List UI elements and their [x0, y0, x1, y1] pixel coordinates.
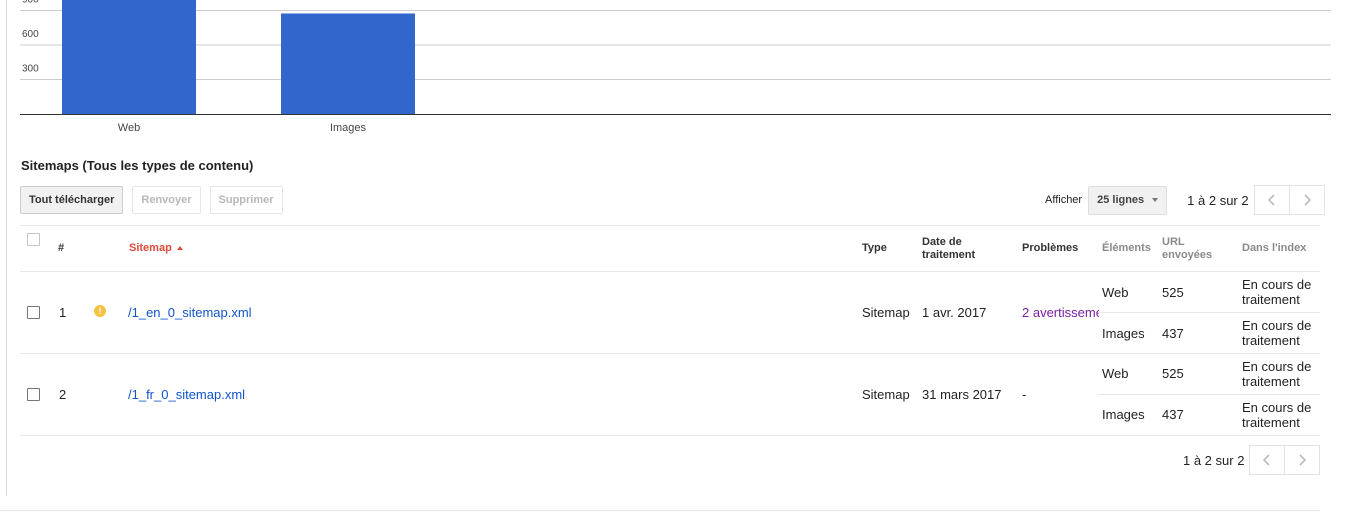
footer-divider: [0, 510, 1320, 511]
rows-per-page-label: Afficher: [1045, 194, 1083, 206]
indexed-status: En cours de traitement: [1242, 359, 1312, 389]
element-type: Web: [1102, 366, 1129, 381]
select-all-checkbox[interactable]: [27, 233, 40, 246]
prev-page-button[interactable]: [1249, 445, 1286, 475]
chevron-left-icon: [1263, 454, 1271, 466]
sub-row-divider: [1098, 312, 1320, 313]
rows-per-page-value: 25 lignes: [1097, 194, 1145, 206]
sitemap-link[interactable]: /1_fr_0_sitemap.xml: [128, 387, 245, 402]
header-date[interactable]: Date de traitement: [922, 236, 992, 262]
element-type: Web: [1102, 285, 1129, 300]
resend-button[interactable]: Renvoyer: [132, 186, 201, 214]
y-tick-label: 900: [22, 0, 39, 6]
row-type: Sitemap: [862, 387, 910, 402]
next-page-button[interactable]: [1288, 185, 1325, 215]
row-type: Sitemap: [862, 305, 910, 320]
prev-page-button[interactable]: [1253, 185, 1290, 215]
next-page-button[interactable]: [1284, 445, 1321, 475]
header-elements: Éléments: [1102, 242, 1151, 254]
bar-images: [281, 13, 415, 115]
bar-web: [62, 0, 196, 114]
row-problems-link[interactable]: 2 avertissements: [1022, 305, 1099, 320]
urls-submitted: 525: [1162, 285, 1184, 300]
page-range: 1 à 2 sur 2: [1187, 192, 1249, 208]
rows-per-page-select[interactable]: 25 lignes: [1088, 185, 1168, 215]
indexed-status: En cours de traitement: [1242, 318, 1312, 348]
download-all-button[interactable]: Tout télécharger: [20, 186, 124, 214]
chevron-right-icon: [1299, 454, 1307, 466]
header-problems[interactable]: Problèmes: [1022, 242, 1078, 255]
sort-ascending-icon: [176, 246, 183, 250]
y-tick-label: 300: [22, 64, 39, 75]
x-category-label: Images: [330, 122, 367, 134]
sitemap-chart: 300 600 900 Web Images: [20, 0, 1331, 134]
element-type: Images: [1102, 326, 1145, 341]
header-urls: URL envoyées: [1162, 236, 1213, 261]
header-bottom-border: [20, 271, 1320, 272]
chevron-right-icon: [1304, 194, 1311, 206]
caret-down-icon: [1152, 198, 1159, 202]
table-bottom-border: [20, 435, 1320, 436]
table-top-border: [20, 225, 1320, 226]
urls-submitted: 437: [1162, 326, 1184, 341]
header-sitemap-label: Sitemap: [129, 242, 172, 254]
row-number: 1: [59, 305, 67, 320]
chevron-left-icon: [1267, 194, 1275, 206]
indexed-status: En cours de traitement: [1242, 400, 1312, 430]
indexed-status: En cours de traitement: [1242, 277, 1312, 307]
page-range: 1 à 2 sur 2: [1183, 452, 1245, 468]
header-num: #: [58, 242, 65, 254]
sitemap-toolbar: Tout télécharger Renvoyer Supprimer: [20, 186, 283, 214]
top-pager: Afficher 25 lignes 1 à 2 sur 2: [1045, 185, 1325, 215]
urls-submitted: 525: [1162, 366, 1184, 381]
row-checkbox[interactable]: [27, 306, 40, 319]
row-divider: [20, 353, 1320, 354]
y-tick-label: 600: [22, 29, 39, 40]
row-date: 31 mars 2017: [922, 387, 1002, 402]
element-type: Images: [1102, 407, 1145, 422]
row-problems: -: [1022, 387, 1027, 402]
bottom-pager: 1 à 2 sur 2: [1183, 445, 1321, 475]
header-indexed: Dans l'index: [1242, 242, 1307, 254]
sitemap-link[interactable]: /1_en_0_sitemap.xml: [128, 305, 252, 320]
header-type[interactable]: Type: [862, 242, 887, 255]
row-date: 1 avr. 2017: [922, 305, 987, 320]
header-sitemap[interactable]: Sitemap: [129, 242, 183, 255]
delete-button[interactable]: Supprimer: [209, 186, 283, 214]
sub-row-divider: [1098, 394, 1320, 395]
section-title: Sitemaps (Tous les types de contenu): [21, 158, 254, 173]
row-problems-cell: 2 avertissements: [1022, 305, 1099, 320]
urls-submitted: 437: [1162, 407, 1184, 422]
x-category-label: Web: [118, 122, 140, 134]
row-number: 2: [59, 387, 67, 402]
warning-icon[interactable]: !: [94, 305, 106, 317]
row-checkbox[interactable]: [27, 388, 40, 401]
